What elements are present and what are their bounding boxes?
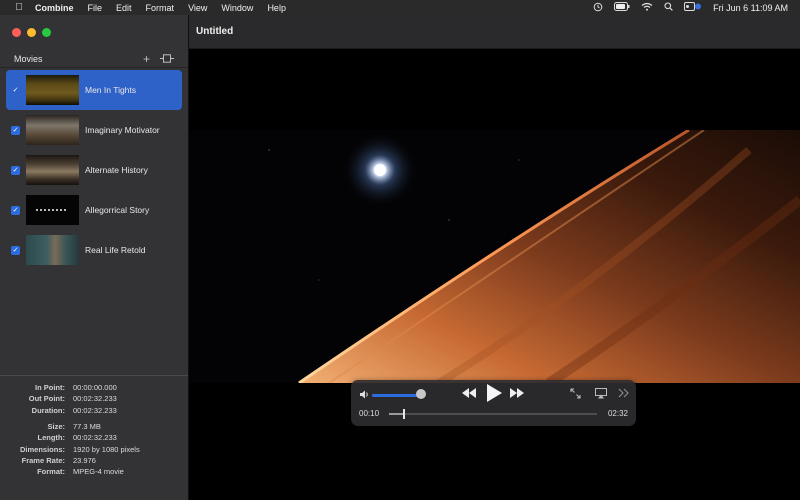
info-size: Size: 77.3 MB xyxy=(47,422,101,432)
window-title: Untitled xyxy=(196,26,234,37)
movie-thumbnail xyxy=(26,235,79,265)
info-out-point: Out Point: 00:02:32.233 xyxy=(28,394,117,404)
movie-title: Men In Tights xyxy=(85,85,137,95)
play-icon[interactable] xyxy=(486,384,502,407)
menu-help[interactable]: Help xyxy=(260,3,293,13)
movie-row-men-in-tights[interactable]: ✓ Men In Tights xyxy=(6,70,182,110)
movie-title: Imaginary Motivator xyxy=(85,125,160,135)
movie-checkbox[interactable]: ✓ xyxy=(11,165,20,175)
menu-app-name[interactable]: Combine xyxy=(28,3,81,13)
search-icon[interactable] xyxy=(664,2,673,13)
movie-title: Alternate History xyxy=(85,165,148,175)
menu-bar:  Combine File Edit Format View Window H… xyxy=(0,0,800,15)
movie-checkbox[interactable]: ✓ xyxy=(11,125,20,135)
movie-checkbox[interactable]: ✓ xyxy=(11,86,20,95)
scrubber-track[interactable] xyxy=(389,409,597,419)
airplay-icon[interactable] xyxy=(595,388,607,402)
movie-checkbox[interactable]: ✓ xyxy=(11,205,20,215)
minimize-window-button[interactable] xyxy=(27,28,36,37)
fast-forward-icon[interactable] xyxy=(510,388,524,401)
movie-info-panel: In Point: 00:00:00.000 Out Point: 00:02:32… xyxy=(0,375,188,477)
volume-fill xyxy=(372,394,422,397)
sidebar: Movies + ✓ Men In Tights ✓ Imaginary Mot… xyxy=(0,15,189,500)
trim-icon[interactable] xyxy=(160,53,174,65)
wifi-icon[interactable] xyxy=(641,2,653,13)
movie-checkbox[interactable]: ✓ xyxy=(11,245,20,255)
video-frame[interactable] xyxy=(189,130,800,383)
playback-controls: 00:10 02:32 xyxy=(351,380,636,426)
movie-thumbnail xyxy=(26,75,79,105)
menu-format[interactable]: Format xyxy=(139,3,182,13)
movie-title: Real Life Retold xyxy=(85,245,146,255)
elapsed-time: 00:10 xyxy=(359,409,380,418)
control-center-icon[interactable] xyxy=(684,2,702,13)
scrubber-playhead[interactable] xyxy=(402,409,405,419)
zoom-window-button[interactable] xyxy=(42,28,51,37)
info-in-point: In Point: 00:00:00.000 xyxy=(35,383,117,393)
video-image xyxy=(189,130,800,383)
remaining-time: 02:32 xyxy=(607,409,628,418)
movie-thumbnail xyxy=(26,195,79,225)
volume-knob[interactable] xyxy=(416,389,427,399)
info-frame-rate: Frame Rate: 23.976 xyxy=(21,455,96,465)
add-movie-button[interactable]: + xyxy=(143,52,150,66)
movie-thumbnail xyxy=(26,115,79,145)
movie-row-imaginary-motivator[interactable]: ✓ Imaginary Motivator xyxy=(6,110,182,150)
menu-view[interactable]: View xyxy=(181,3,214,13)
menu-clock[interactable]: Fri Jun 6 11:09 AM xyxy=(713,3,788,13)
battery-icon[interactable] xyxy=(614,2,630,13)
time-machine-icon[interactable] xyxy=(593,2,603,14)
menu-window[interactable]: Window xyxy=(214,3,260,13)
more-controls-icon[interactable] xyxy=(618,388,629,401)
close-window-button[interactable] xyxy=(12,28,21,37)
movie-row-allegorrical-story[interactable]: ✓ Allegorrical Story xyxy=(6,190,182,230)
movie-row-alternate-history[interactable]: ✓ Alternate History xyxy=(6,150,182,190)
window-toolbar: Untitled xyxy=(189,15,800,49)
menu-file[interactable]: File xyxy=(81,3,110,13)
movies-header-label: Movies xyxy=(14,54,43,64)
rewind-icon[interactable] xyxy=(462,388,476,401)
traffic-lights xyxy=(12,28,51,37)
movies-header: Movies + xyxy=(0,51,188,68)
movie-list: ✓ Men In Tights ✓ Imaginary Motivator ✓ … xyxy=(6,70,182,270)
info-dimensions: Dimensions: 1920 by 1080 pixels xyxy=(19,444,140,454)
movie-thumbnail xyxy=(26,155,79,185)
expand-icon[interactable] xyxy=(570,388,581,402)
app-window: Movies + ✓ Men In Tights ✓ Imaginary Mot… xyxy=(0,15,800,500)
info-length: Length: 00:02:32.233 xyxy=(37,433,117,443)
volume-icon[interactable] xyxy=(359,390,370,401)
scrubber-progress xyxy=(389,413,404,415)
menu-edit[interactable]: Edit xyxy=(109,3,139,13)
info-duration: Duration: 00:02:32.233 xyxy=(31,405,117,415)
info-format: Format: MPEG-4 movie xyxy=(37,467,124,477)
movie-title: Allegorrical Story xyxy=(85,205,150,215)
apple-menu-icon[interactable]:  xyxy=(10,2,28,13)
movie-row-real-life-retold[interactable]: ✓ Real Life Retold xyxy=(6,230,182,270)
